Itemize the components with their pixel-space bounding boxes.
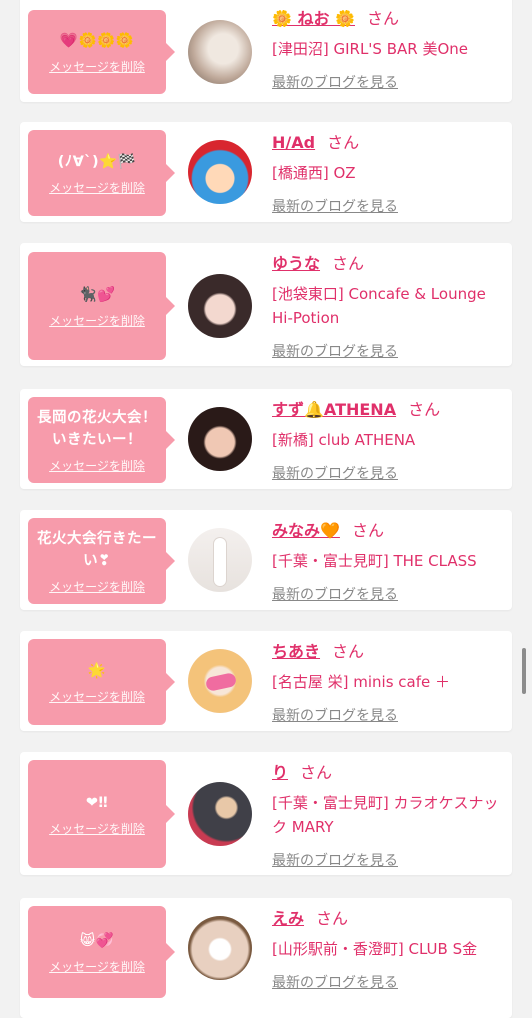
- avatar[interactable]: [188, 140, 252, 204]
- honorific: さん: [300, 763, 333, 782]
- latest-blog-link[interactable]: 最新のブログを見る: [272, 72, 398, 92]
- message-text: (ﾉ∀`)⭐🏁: [57, 153, 137, 170]
- cast-name-link[interactable]: えみ: [272, 909, 304, 928]
- list-item: 😸💞 メッセージを削除 えみ さん [山形駅前・香澄町] CLUB S金 最新のブ…: [20, 898, 512, 1018]
- message-bubble: 😸💞 メッセージを削除: [28, 906, 175, 998]
- message-text: ❤‼: [85, 794, 109, 811]
- list-item: ❤‼ メッセージを削除 りさん [千葉・富士見町] カラオケスナック MARY …: [20, 752, 512, 875]
- message-bubble: (ﾉ∀`)⭐🏁 メッセージを削除: [28, 130, 175, 216]
- cast-name-link[interactable]: 🌼 ねお 🌼: [272, 9, 355, 28]
- list-item: 長岡の花火大会！いきたいー！ メッセージを削除 すず🔔ATHENA さん [新橋]…: [20, 389, 512, 489]
- shop-label: [千葉・富士見町] カラオケスナック MARY: [272, 794, 499, 836]
- latest-blog-link[interactable]: 最新のブログを見る: [272, 972, 398, 992]
- cast-name-link[interactable]: H/Ad: [272, 133, 315, 152]
- delete-message-link[interactable]: メッセージを削除: [49, 179, 145, 196]
- list-item: 💗🌼🌼🌼 メッセージを削除 🌼 ねお 🌼 さん [津田沼] GIRL'S BAR …: [20, 0, 512, 102]
- honorific: さん: [351, 521, 384, 540]
- avatar[interactable]: [188, 20, 252, 84]
- honorific: さん: [408, 400, 441, 419]
- latest-blog-link[interactable]: 最新のブログを見る: [272, 850, 398, 870]
- delete-message-link[interactable]: メッセージを削除: [49, 457, 145, 474]
- delete-message-link[interactable]: メッセージを削除: [49, 578, 145, 595]
- message-bubble: 花火大会行きたーい❣ メッセージを削除: [28, 518, 175, 604]
- cast-name-link[interactable]: みなみ🧡: [272, 521, 340, 540]
- cast-name-link[interactable]: ちあき: [272, 642, 320, 661]
- avatar[interactable]: [188, 528, 252, 592]
- shop-label: [名古屋 栄] minis cafe ＋: [272, 673, 450, 691]
- latest-blog-link[interactable]: 最新のブログを見る: [272, 196, 398, 216]
- cast-name-link[interactable]: すず🔔ATHENA: [272, 400, 396, 419]
- honorific: さん: [332, 642, 365, 661]
- avatar[interactable]: [188, 782, 252, 846]
- avatar[interactable]: [188, 916, 252, 980]
- message-text: 🌟: [87, 662, 107, 679]
- avatar[interactable]: [188, 649, 252, 713]
- latest-blog-link[interactable]: 最新のブログを見る: [272, 705, 398, 725]
- shop-label: [新橋] club ATHENA: [272, 431, 416, 449]
- message-bubble: 長岡の花火大会！いきたいー！ メッセージを削除: [28, 397, 175, 483]
- message-bubble: 🐈‍⬛💕 メッセージを削除: [28, 252, 175, 360]
- shop-label: [橋通西] OZ: [272, 164, 356, 182]
- message-bubble: 🌟 メッセージを削除: [28, 639, 175, 725]
- honorific: さん: [332, 254, 365, 273]
- delete-message-link[interactable]: メッセージを削除: [49, 58, 145, 75]
- message-text: 長岡の花火大会！いきたいー！: [37, 409, 157, 448]
- avatar[interactable]: [188, 274, 252, 338]
- shop-label: [津田沼] GIRL'S BAR 美One: [272, 40, 468, 58]
- scrollbar[interactable]: [522, 648, 526, 694]
- list-item: (ﾉ∀`)⭐🏁 メッセージを削除 H/Ad さん [橋通西] OZ 最新のブログを…: [20, 122, 512, 222]
- list-item: 🐈‍⬛💕 メッセージを削除 ゆうな さん [池袋東口] Concafe & Lou…: [20, 243, 512, 366]
- shop-label: [山形駅前・香澄町] CLUB S金: [272, 940, 478, 958]
- message-text: 🐈‍⬛💕: [78, 286, 116, 303]
- honorific: さん: [327, 133, 360, 152]
- delete-message-link[interactable]: メッセージを削除: [49, 820, 145, 837]
- latest-blog-link[interactable]: 最新のブログを見る: [272, 341, 398, 361]
- list-item: 花火大会行きたーい❣ メッセージを削除 みなみ🧡 さん [千葉・富士見町] THE…: [20, 510, 512, 610]
- message-bubble: ❤‼ メッセージを削除: [28, 760, 175, 868]
- avatar[interactable]: [188, 407, 252, 471]
- shop-label: [池袋東口] Concafe & Lounge Hi-Potion: [272, 285, 486, 327]
- delete-message-link[interactable]: メッセージを削除: [49, 688, 145, 705]
- latest-blog-link[interactable]: 最新のブログを見る: [272, 584, 398, 604]
- delete-message-link[interactable]: メッセージを削除: [49, 312, 145, 329]
- message-bubble: 💗🌼🌼🌼 メッセージを削除: [28, 10, 175, 94]
- cast-name-link[interactable]: ゆうな: [272, 254, 320, 273]
- latest-blog-link[interactable]: 最新のブログを見る: [272, 463, 398, 483]
- shop-label: [千葉・富士見町] THE CLASS: [272, 552, 477, 570]
- honorific: さん: [316, 909, 349, 928]
- message-text: 💗🌼🌼🌼: [59, 32, 135, 49]
- honorific: さん: [367, 9, 400, 28]
- delete-message-link[interactable]: メッセージを削除: [49, 958, 145, 975]
- cast-name-link[interactable]: り: [272, 763, 288, 782]
- list-item: 🌟 メッセージを削除 ちあき さん [名古屋 栄] minis cafe ＋ 最新…: [20, 631, 512, 731]
- message-text: 花火大会行きたーい❣: [37, 530, 157, 569]
- message-text: 😸💞: [79, 932, 115, 949]
